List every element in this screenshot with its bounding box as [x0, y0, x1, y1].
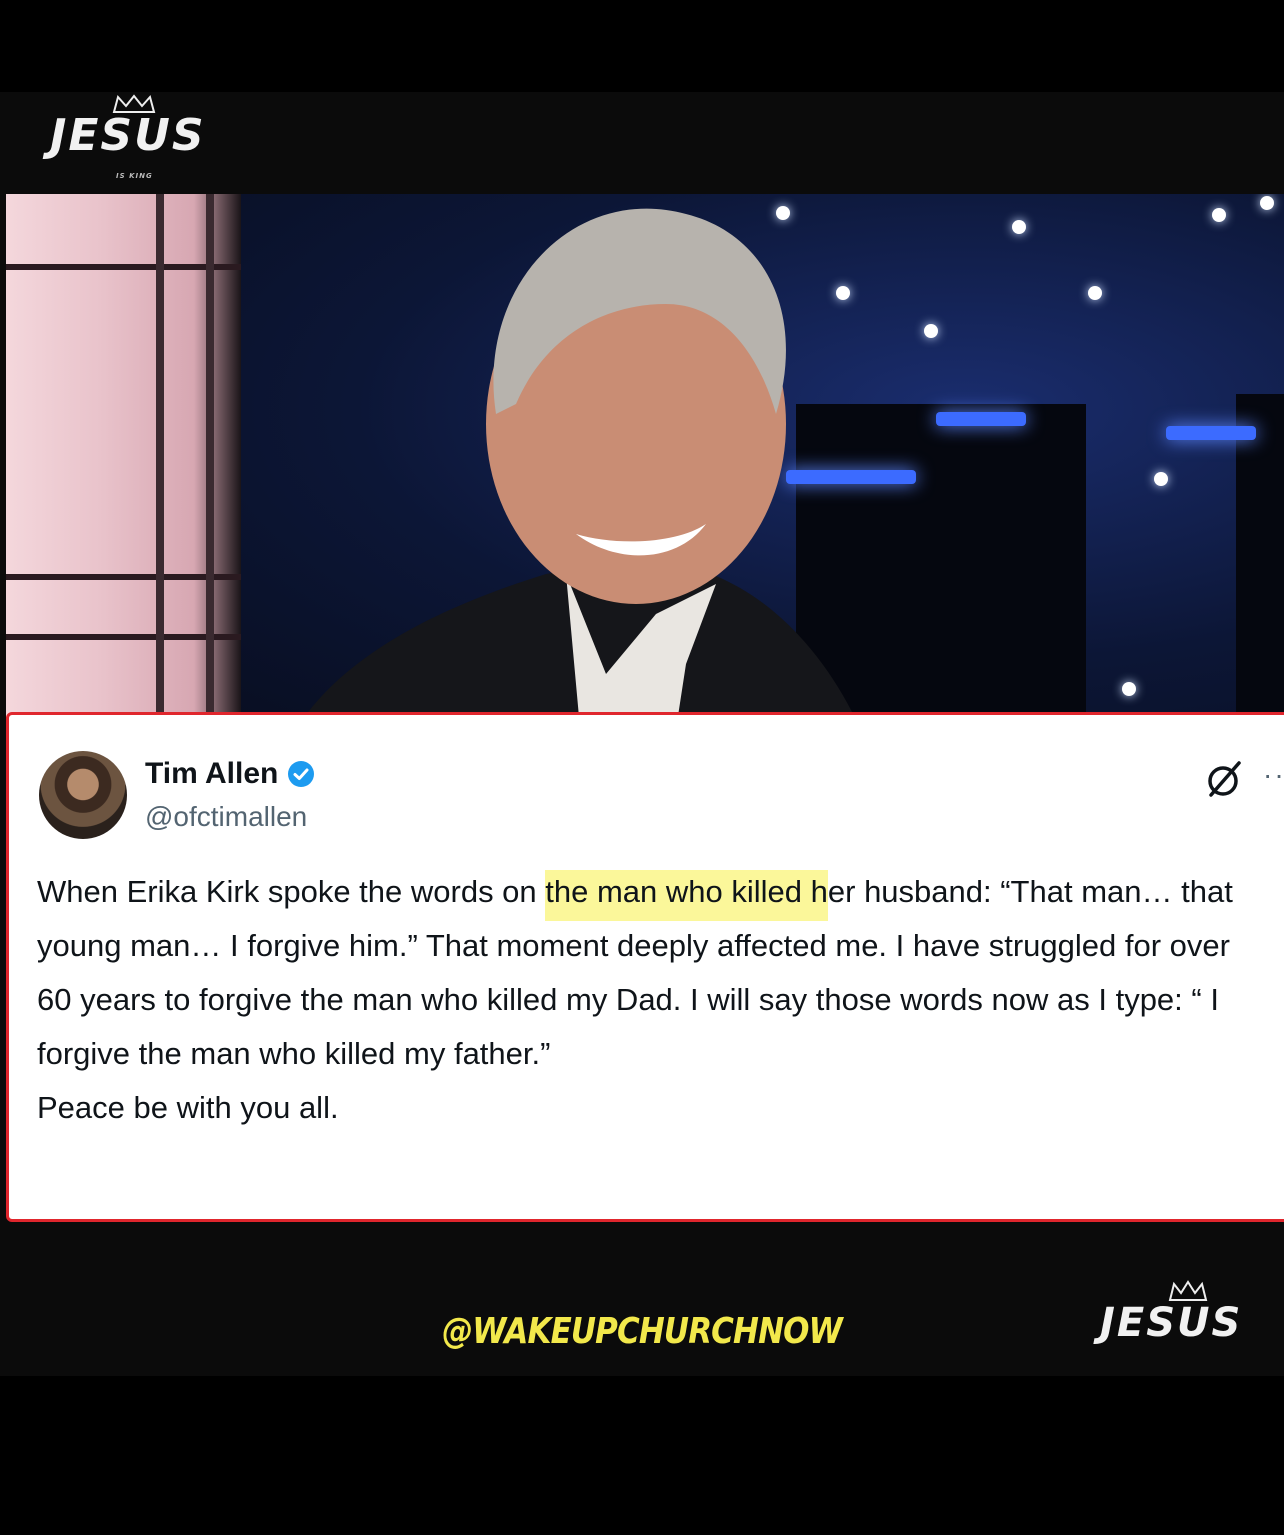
author-name[interactable]: Tim Allen [145, 757, 278, 791]
tweet-card[interactable]: Tim Allen @ofctimallen ·· When Erika Kir… [6, 712, 1284, 1222]
author-row: Tim Allen [145, 757, 316, 791]
tweet-closing: Peace be with you all. [37, 1090, 339, 1125]
post-frame: JESUS IS KING Tim Allen @ofctimallen ·· … [0, 92, 1284, 1376]
logo-word: JESUS [50, 110, 206, 161]
crown-icon [1168, 1280, 1208, 1301]
logo-tagline: IS KING [116, 172, 153, 180]
author-handle[interactable]: @ofctimallen [145, 801, 307, 833]
avatar[interactable] [39, 751, 127, 839]
verified-badge-icon [288, 761, 315, 787]
grok-icon[interactable] [1205, 759, 1245, 799]
logo-word: JESUS [1100, 1300, 1243, 1346]
tweet-text-start: When Erika Kirk spoke the words on [37, 874, 546, 909]
footer-handle: @WAKEUPCHURCHNOW [442, 1311, 843, 1352]
jesus-logo-bottom: JESUS [1100, 1280, 1280, 1376]
highlighted-text: the man who killed h [545, 870, 828, 921]
jesus-logo-top: JESUS IS KING [50, 92, 230, 188]
more-options-icon[interactable]: ·· [1263, 759, 1284, 791]
tweet-text: When Erika Kirk spoke the words on the m… [37, 865, 1267, 1135]
